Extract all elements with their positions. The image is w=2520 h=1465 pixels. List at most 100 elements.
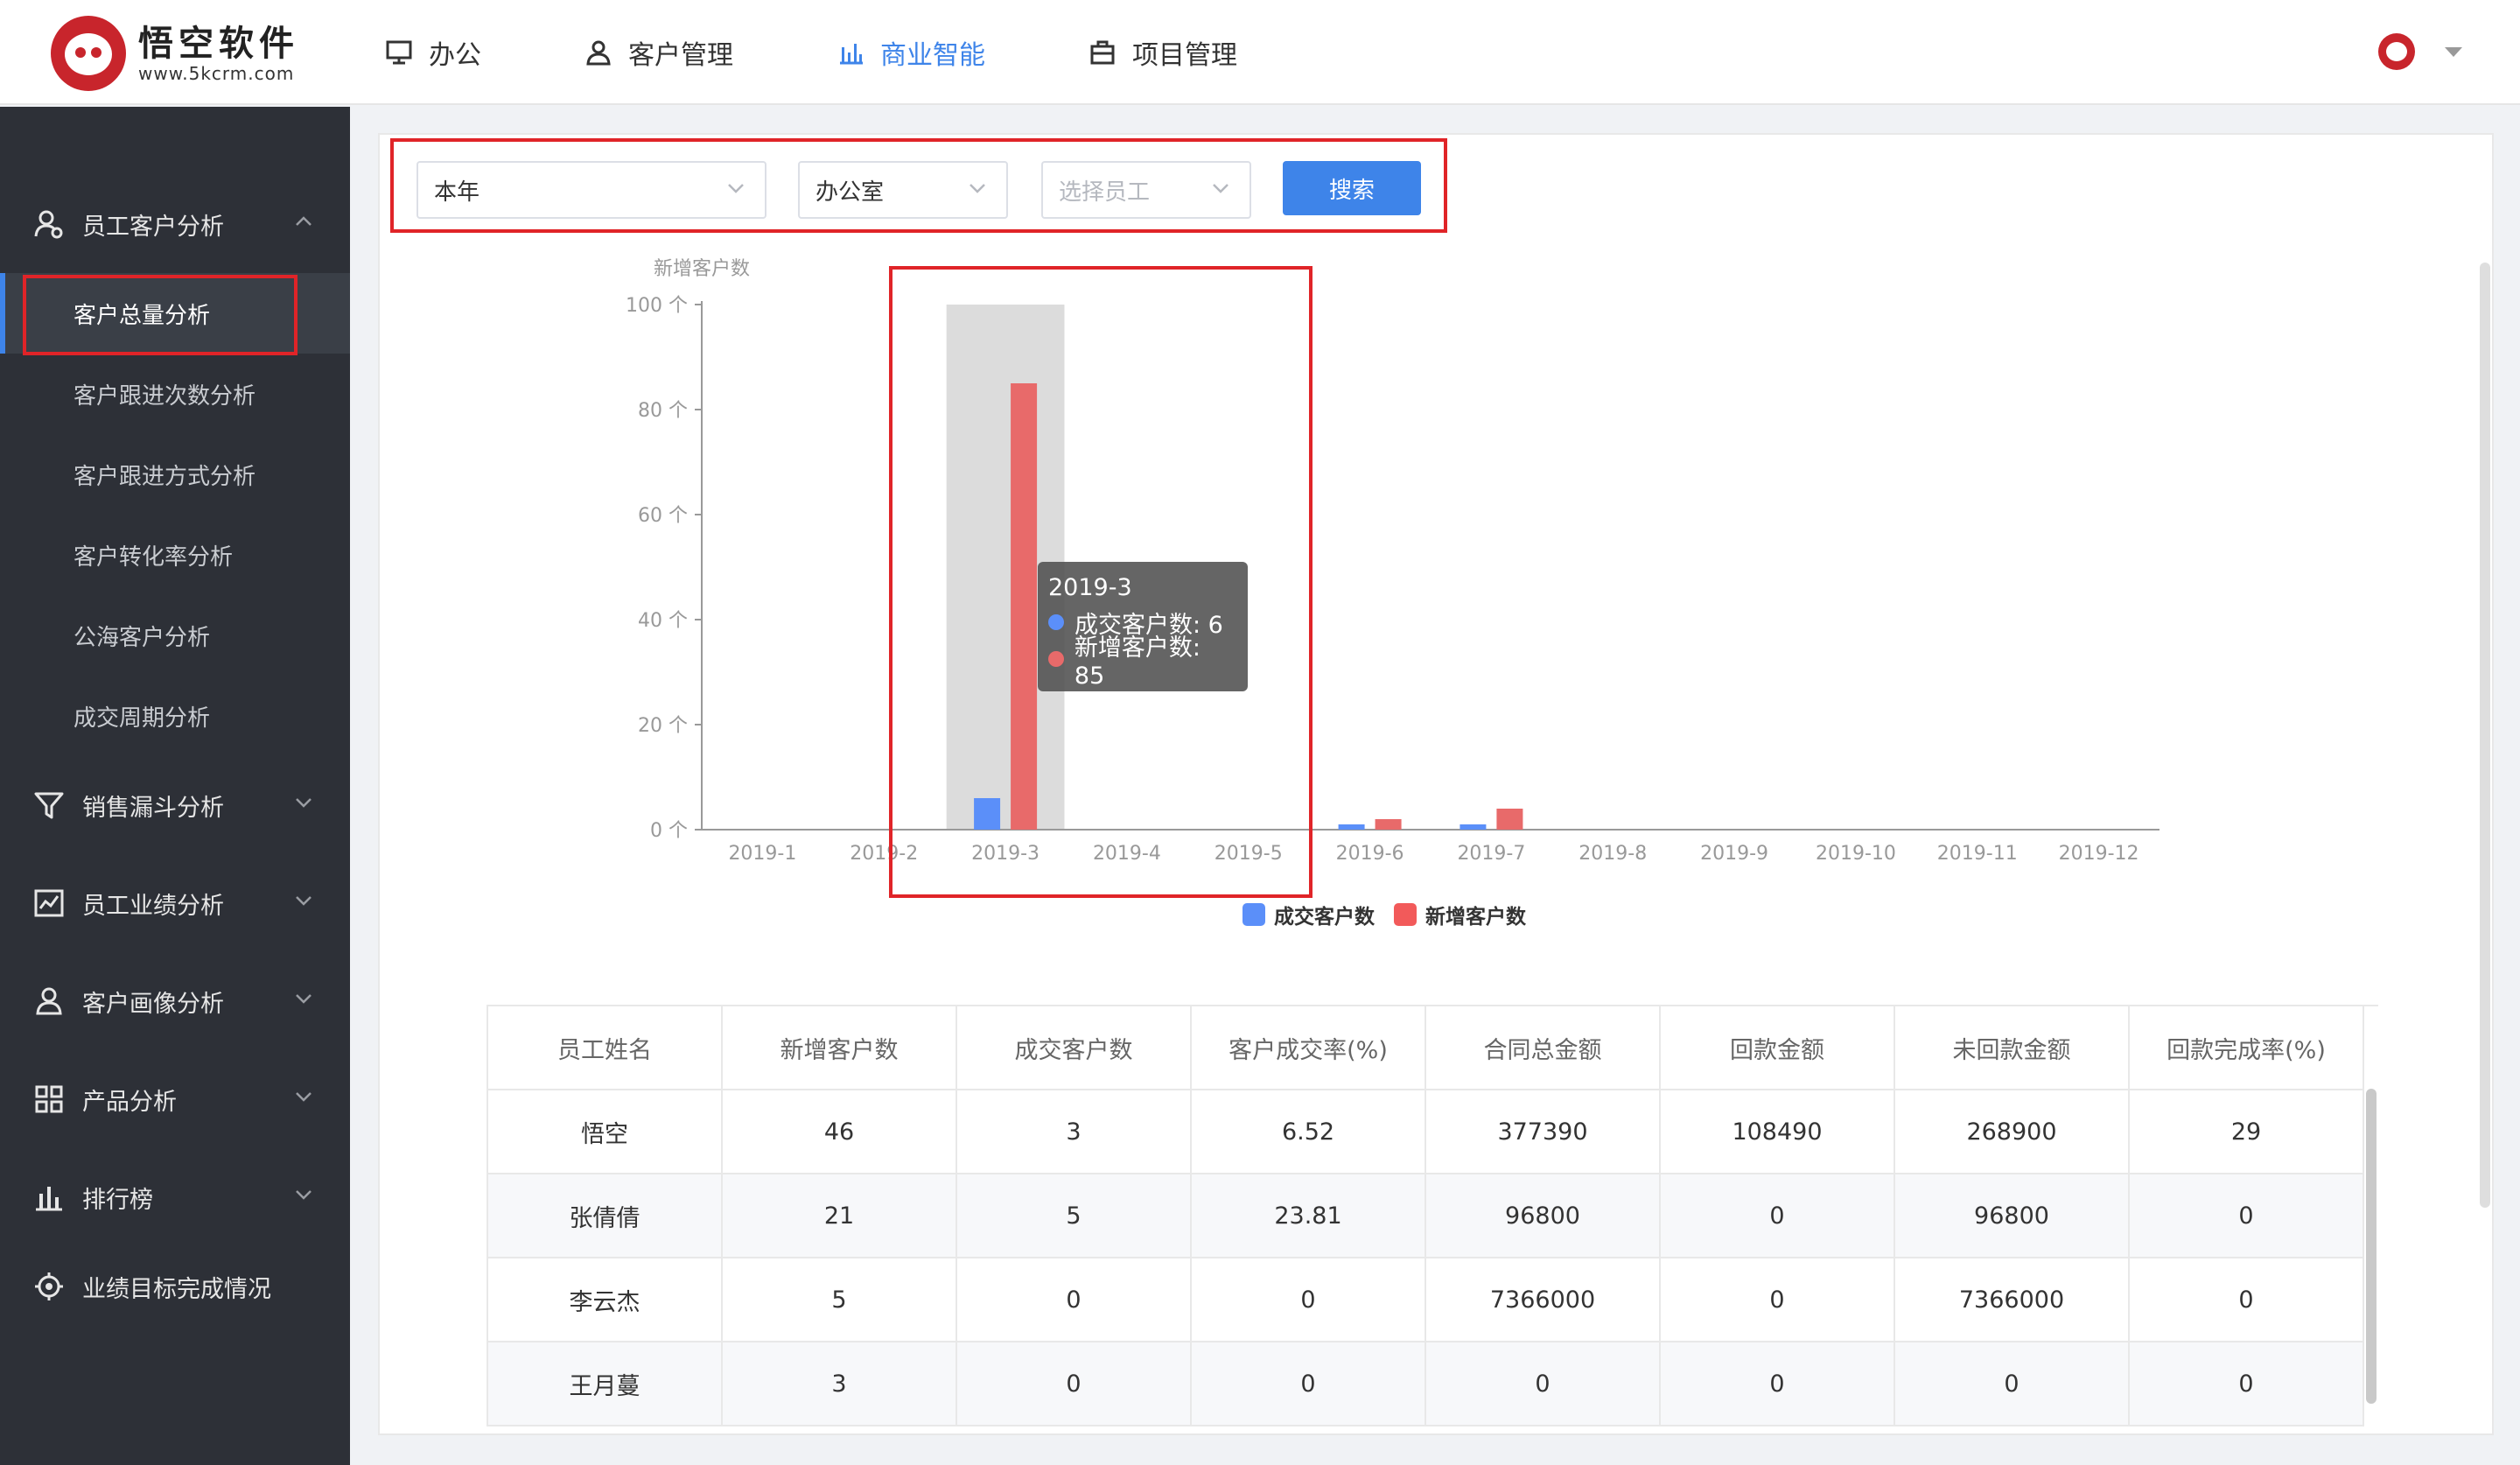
table-cell: 王月蔓 [488, 1342, 723, 1426]
table-header-cell[interactable]: 成交客户数 [957, 1006, 1192, 1090]
legend-label: 新增客户数 [1425, 906, 1526, 929]
table-cell: 46 [723, 1090, 957, 1174]
legend-item-deal[interactable]: 成交客户数 [1242, 900, 1375, 929]
table-cell: 21 [723, 1174, 957, 1258]
table-header-cell[interactable]: 未回款金额 [1895, 1006, 2130, 1090]
sidebar-item-label: 客户转化率分析 [74, 543, 234, 571]
table-row[interactable]: 王月蔓 3 0 0 0 0 0 0 [488, 1342, 2378, 1426]
table-cell: 6.52 [1192, 1090, 1426, 1174]
sidebar-group-label: 客户画像分析 [82, 990, 224, 1018]
x-tick-label: 2019-11 [1937, 843, 2018, 865]
table-header-cell[interactable]: 客户成交率(%) [1192, 1006, 1426, 1090]
table-cell: 0 [957, 1342, 1192, 1426]
employee-customer-table: 员工姓名 新增客户数 成交客户数 客户成交率(%) 合同总金额 回款金额 未回款… [486, 1005, 2378, 1426]
table-header-cell[interactable]: 新增客户数 [723, 1006, 957, 1090]
user-menu[interactable] [2378, 33, 2462, 70]
briefcase-icon [1090, 40, 1115, 65]
table-cell: 377390 [1426, 1090, 1661, 1174]
table-cell: 0 [1895, 1342, 2130, 1426]
table-cell: 0 [2130, 1258, 2364, 1342]
user-portrait-icon [36, 987, 62, 1015]
table-cell: 悟空 [488, 1090, 723, 1174]
table-cell: 108490 [1661, 1090, 1895, 1174]
legend-label: 成交客户数 [1274, 906, 1375, 929]
y-tick-label: 80 个 [638, 400, 688, 422]
y-tick-label: 60 个 [638, 505, 688, 527]
table-cell: 5 [723, 1258, 957, 1342]
bar-deal-customers [1460, 824, 1487, 830]
bar-new-customers [1496, 809, 1523, 830]
main-panel: 本年 办公室 选择员工 搜索 新增客户数 0 个 20 个 40 个 60 个 80 个1… [378, 133, 2494, 1435]
sidebar-group-employee-performance[interactable]: 员工业绩分析 [0, 868, 350, 938]
table-header-cell[interactable]: 回款金额 [1661, 1006, 1895, 1090]
table-row[interactable]: 李云杰 5 0 0 7366000 0 7366000 0 [488, 1258, 2378, 1342]
chevron-up-icon [296, 216, 312, 226]
chevron-down-icon [296, 994, 312, 1004]
sidebar-group-target-completion[interactable]: 业绩目标完成情况 [0, 1251, 350, 1321]
table-cell: 29 [2130, 1090, 2364, 1174]
x-tick-label: 2019-9 [1700, 843, 1768, 865]
bar-deal-customers [1338, 824, 1365, 830]
nav-office-label: 办公 [429, 40, 481, 71]
table-row[interactable]: 张倩倩 21 5 23.81 96800 0 96800 0 [488, 1174, 2378, 1258]
tooltip-dot-deal [1048, 614, 1064, 630]
chevron-down-icon [296, 798, 312, 808]
sidebar-item-deal-cycle[interactable]: 成交周期分析 [0, 676, 350, 756]
y-tick-label: 0 个 [650, 820, 688, 842]
table-row[interactable]: 悟空 46 3 6.52 377390 108490 268900 29 [488, 1090, 2378, 1174]
table-cell: 3 [723, 1342, 957, 1426]
x-tick-label: 2019-6 [1336, 843, 1404, 865]
sidebar-highlight-box [23, 275, 298, 355]
nav-office[interactable]: 办公 [385, 0, 481, 105]
tooltip-dot-new [1048, 651, 1064, 667]
chevron-down-icon[interactable] [2445, 46, 2462, 57]
y-tick-label: 40 个 [638, 610, 688, 632]
sidebar-group-label: 销售漏斗分析 [82, 794, 224, 822]
table-cell: 7366000 [1426, 1258, 1661, 1342]
target-icon [35, 1272, 63, 1300]
chart-legend: 成交客户数 新增客户数 [1242, 900, 1545, 929]
logo-url: www.5kcrm.com [138, 63, 295, 84]
sidebar-group-label: 员工客户分析 [82, 213, 224, 241]
chevron-down-icon [296, 896, 312, 906]
sidebar-item-label: 公海客户分析 [74, 624, 211, 651]
chevron-down-icon [296, 1190, 312, 1200]
table-header-cell[interactable]: 合同总金额 [1426, 1006, 1661, 1090]
top-header: 悟空软件 www.5kcrm.com 办公 客户管理 商业智能 项目管理 [0, 0, 2520, 105]
table-cell: 7366000 [1895, 1258, 2130, 1342]
table-header-cell[interactable]: 回款完成率(%) [2130, 1006, 2364, 1090]
avatar[interactable] [2378, 33, 2415, 70]
sidebar-item-followup-method[interactable]: 客户跟进方式分析 [0, 434, 350, 515]
line-chart-icon [34, 889, 64, 917]
nav-project-label: 项目管理 [1132, 40, 1237, 71]
logo-name: 悟空软件 [138, 24, 299, 64]
logo[interactable]: 悟空软件 www.5kcrm.com [51, 16, 299, 91]
table-cell: 0 [957, 1258, 1192, 1342]
table-scrollbar[interactable] [2366, 1089, 2376, 1404]
table-cell: 张倩倩 [488, 1174, 723, 1258]
table-cell: 3 [957, 1090, 1192, 1174]
legend-item-new[interactable]: 新增客户数 [1394, 900, 1526, 929]
nav-customer[interactable]: 客户管理 [584, 0, 733, 105]
monkey-logo-icon [51, 16, 126, 91]
monitor-icon [386, 40, 412, 65]
sidebar-group-sales-funnel[interactable]: 销售漏斗分析 [0, 770, 350, 840]
nav-bi-label: 商业智能 [880, 40, 985, 71]
nav-project[interactable]: 项目管理 [1088, 0, 1237, 105]
x-tick-label: 2019-8 [1578, 843, 1647, 865]
tooltip-title: 2019-3 [1048, 574, 1132, 601]
table-cell: 96800 [1426, 1174, 1661, 1258]
ranking-icon [36, 1187, 62, 1211]
page-scrollbar[interactable] [2480, 263, 2490, 1208]
table-cell: 0 [1192, 1258, 1426, 1342]
table-header-cell[interactable]: 员工姓名 [488, 1006, 723, 1090]
legend-swatch [1242, 903, 1265, 926]
sidebar-group-product[interactable]: 产品分析 [0, 1064, 350, 1134]
sidebar-item-conversion-rate[interactable]: 客户转化率分析 [0, 515, 350, 595]
sidebar-item-public-pool[interactable]: 公海客户分析 [0, 595, 350, 676]
sidebar-group-ranking[interactable]: 排行榜 [0, 1162, 350, 1232]
sidebar-group-employee-customer[interactable]: 员工客户分析 [0, 189, 350, 259]
nav-bi[interactable]: 商业智能 [836, 0, 985, 105]
sidebar-group-customer-portrait[interactable]: 客户画像分析 [0, 966, 350, 1036]
sidebar-item-followup-count[interactable]: 客户跟进次数分析 [0, 354, 350, 434]
